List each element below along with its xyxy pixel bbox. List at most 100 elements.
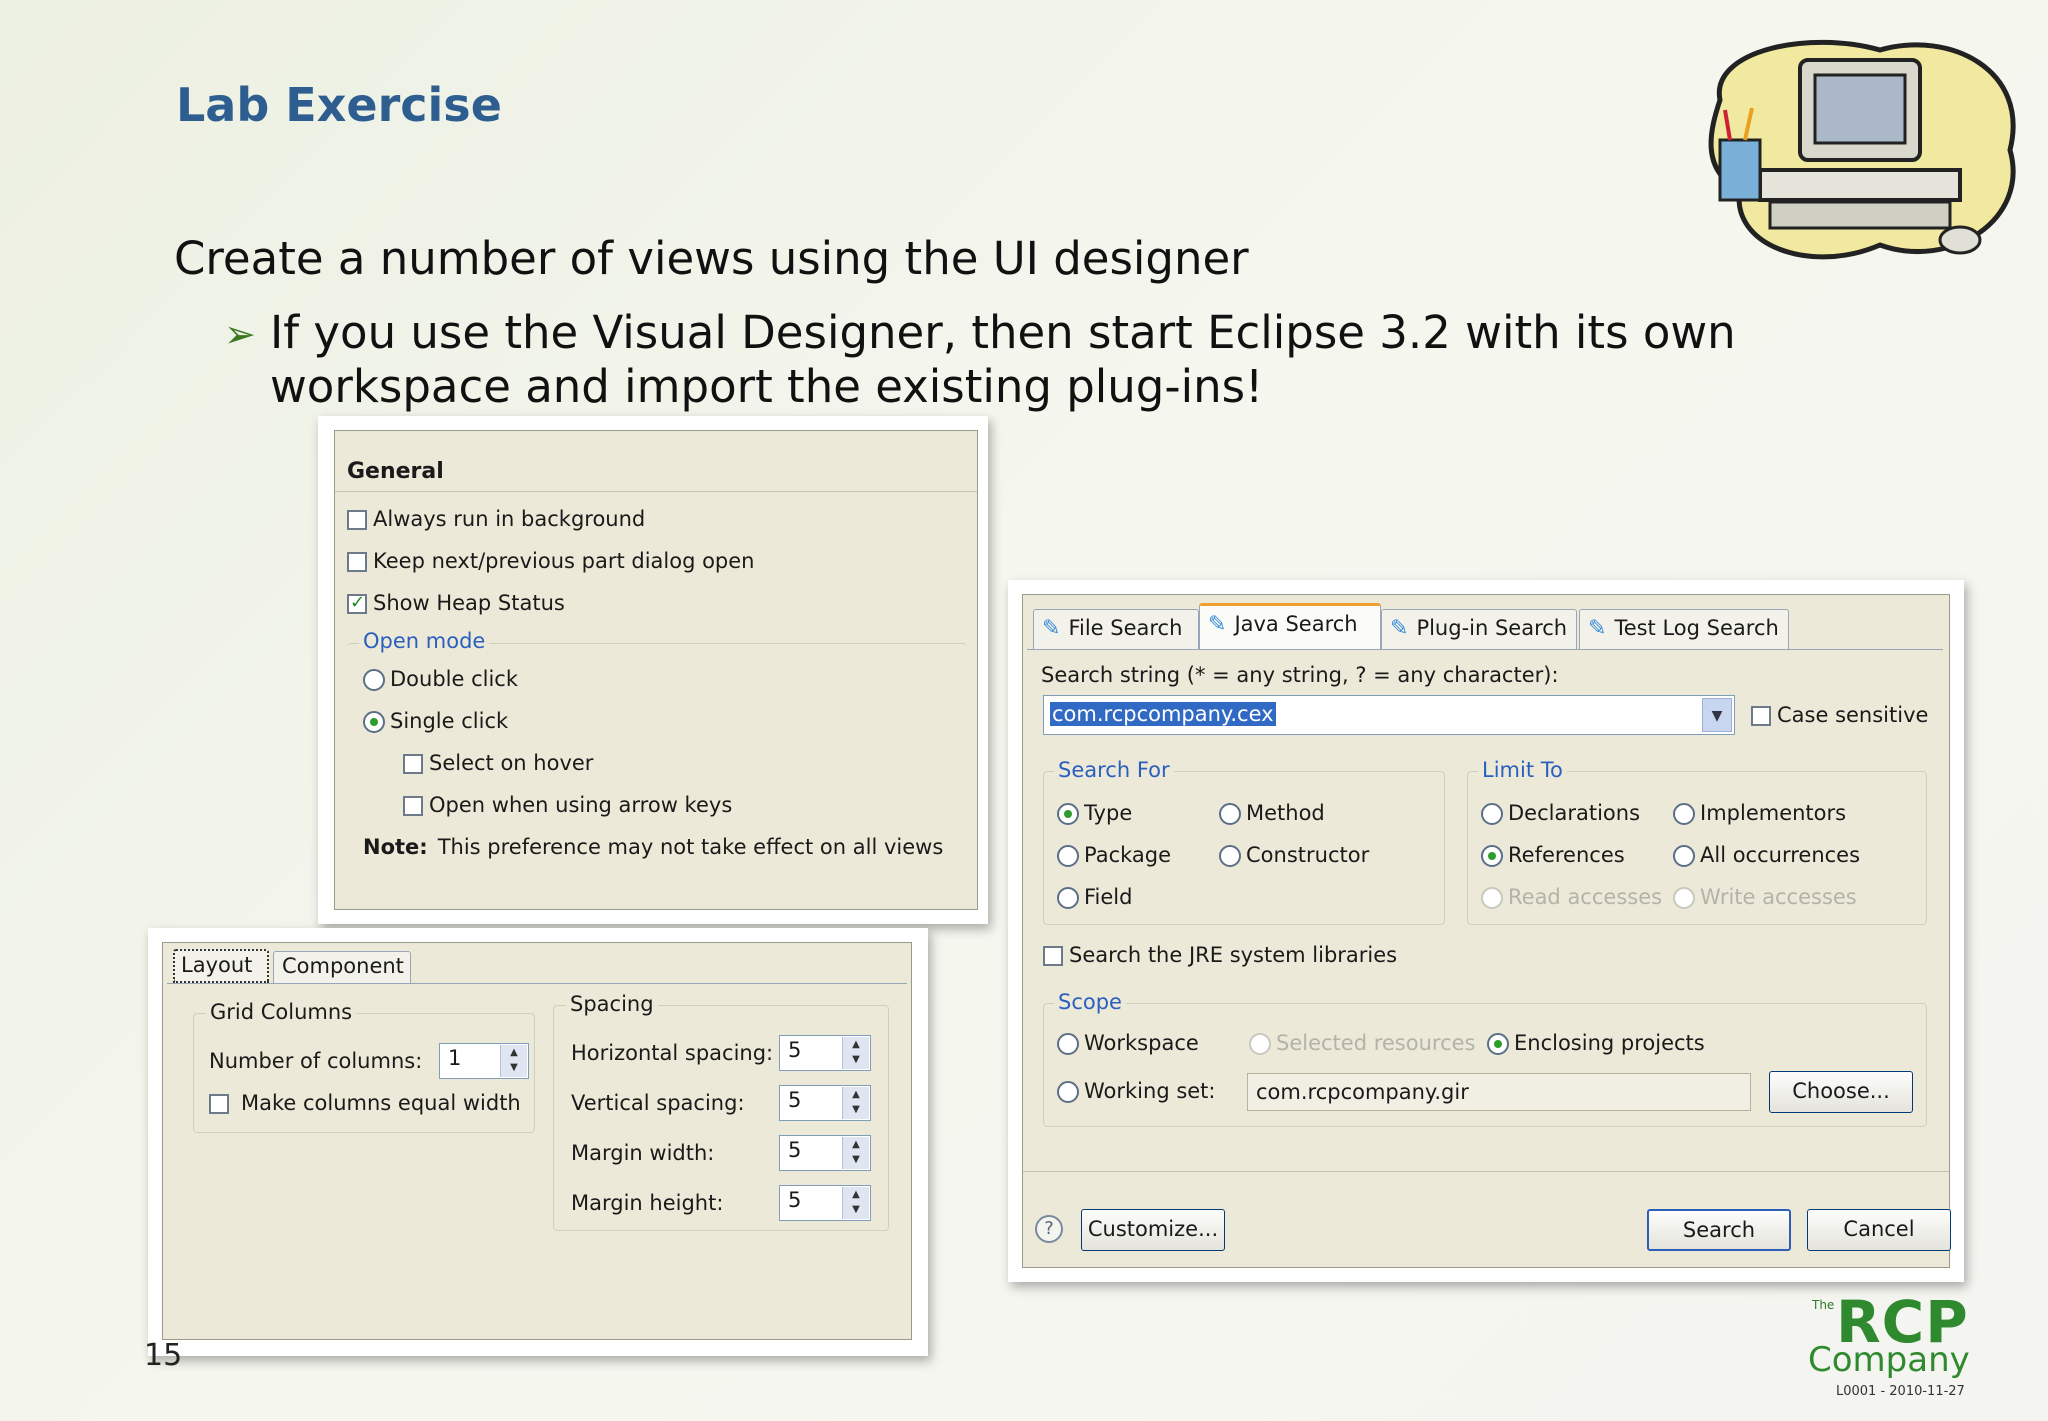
general-header: General bbox=[347, 459, 444, 484]
margin-width-label: Margin width: bbox=[571, 1141, 715, 1165]
select-on-hover-checkbox[interactable]: Select on hover bbox=[403, 751, 593, 775]
customize-button[interactable]: Customize... bbox=[1081, 1209, 1225, 1251]
java-search-icon: ✎ bbox=[1208, 612, 1227, 637]
method-radio[interactable]: Method bbox=[1219, 801, 1325, 825]
logo-the: The bbox=[1812, 1298, 1835, 1312]
margin-height-spinner[interactable]: 5 ▲ ▼ bbox=[779, 1185, 871, 1221]
scope-label: Scope bbox=[1054, 990, 1126, 1014]
search-string-value[interactable]: com.rcpcompany.cex bbox=[1050, 702, 1276, 726]
spinner-arrows-icon[interactable]: ▲ ▼ bbox=[842, 1037, 869, 1069]
page-number: 15 bbox=[144, 1338, 183, 1373]
spinner-arrows-icon[interactable]: ▲ ▼ bbox=[842, 1187, 869, 1219]
radio-disabled-icon bbox=[1673, 887, 1695, 909]
help-icon[interactable]: ? bbox=[1035, 1215, 1063, 1243]
test-log-search-icon: ✎ bbox=[1588, 616, 1607, 641]
radio-selected-icon[interactable] bbox=[1481, 845, 1503, 867]
tab-component[interactable]: Component bbox=[273, 951, 411, 983]
search-for-label: Search For bbox=[1054, 758, 1174, 782]
workspace-radio[interactable]: Workspace bbox=[1057, 1031, 1199, 1055]
layout-properties-dialog: Layout Component Grid Columns Number of … bbox=[148, 928, 928, 1356]
write-accesses-radio: Write accesses bbox=[1673, 885, 1857, 909]
open-arrow-keys-checkbox[interactable]: Open when using arrow keys bbox=[403, 793, 732, 817]
working-set-field: com.rcpcompany.gir bbox=[1247, 1073, 1751, 1111]
radio-icon[interactable] bbox=[1057, 1033, 1079, 1055]
radio-selected-icon[interactable] bbox=[1057, 803, 1079, 825]
search-string-label: Search string (* = any string, ? = any c… bbox=[1041, 663, 1559, 687]
horizontal-spacing-spinner[interactable]: 5 ▲ ▼ bbox=[779, 1035, 871, 1071]
double-click-radio[interactable]: Double click bbox=[363, 667, 518, 691]
general-preferences-dialog: General Always run in background Keep ne… bbox=[318, 416, 988, 924]
radio-disabled-icon bbox=[1481, 887, 1503, 909]
checkbox-checked-icon[interactable] bbox=[347, 592, 367, 614]
grid-columns-label: Grid Columns bbox=[206, 1000, 357, 1024]
checkbox-icon[interactable] bbox=[347, 552, 367, 572]
radio-icon[interactable] bbox=[1057, 845, 1079, 867]
vertical-spacing-label: Vertical spacing: bbox=[571, 1091, 745, 1115]
radio-icon[interactable] bbox=[1481, 803, 1503, 825]
checkbox-icon[interactable] bbox=[209, 1094, 229, 1114]
margin-width-spinner[interactable]: 5 ▲ ▼ bbox=[779, 1135, 871, 1171]
jre-libraries-checkbox[interactable]: Search the JRE system libraries bbox=[1043, 943, 1397, 967]
horizontal-spacing-label: Horizontal spacing: bbox=[571, 1041, 774, 1065]
tab-test-log-search[interactable]: ✎ Test Log Search bbox=[1579, 609, 1789, 649]
search-string-combo[interactable]: com.rcpcompany.cex ▼ bbox=[1043, 695, 1735, 735]
radio-icon[interactable] bbox=[363, 669, 385, 691]
spinner-arrows-icon[interactable]: ▲ ▼ bbox=[500, 1045, 527, 1077]
equal-width-checkbox[interactable]: Make columns equal width bbox=[209, 1091, 521, 1115]
cancel-button[interactable]: Cancel bbox=[1807, 1209, 1951, 1251]
all-occurrences-radio[interactable]: All occurrences bbox=[1673, 843, 1860, 867]
checkbox-icon[interactable] bbox=[1751, 706, 1771, 726]
case-sensitive-checkbox[interactable]: Case sensitive bbox=[1751, 703, 1928, 727]
spinner-arrows-icon[interactable]: ▲ ▼ bbox=[842, 1137, 869, 1169]
note-row: Note: This preference may not take effect… bbox=[363, 835, 943, 859]
radio-selected-icon[interactable] bbox=[1487, 1033, 1509, 1055]
radio-icon[interactable] bbox=[1057, 1081, 1079, 1103]
spacing-label: Spacing bbox=[566, 992, 658, 1016]
radio-icon[interactable] bbox=[1673, 803, 1695, 825]
bullet-sub: If you use the Visual Designer, then sta… bbox=[270, 306, 1736, 413]
note-text: This preference may not take effect on a… bbox=[437, 835, 944, 859]
vertical-spacing-spinner[interactable]: 5 ▲ ▼ bbox=[779, 1085, 871, 1121]
tab-java-search[interactable]: ✎ Java Search bbox=[1199, 603, 1381, 649]
tab-file-search[interactable]: ✎ File Search bbox=[1033, 609, 1199, 649]
logo-reference: L0001 - 2010-11-27 bbox=[1836, 1384, 1965, 1399]
show-heap-checkbox[interactable]: Show Heap Status bbox=[347, 591, 565, 615]
type-radio[interactable]: Type bbox=[1057, 801, 1132, 825]
spinner-arrows-icon[interactable]: ▲ ▼ bbox=[842, 1087, 869, 1119]
number-of-columns-spinner[interactable]: 1 ▲ ▼ bbox=[439, 1043, 529, 1079]
plugin-search-icon: ✎ bbox=[1390, 616, 1409, 641]
single-click-radio[interactable]: Single click bbox=[363, 709, 508, 733]
chevron-down-icon[interactable]: ▼ bbox=[1702, 698, 1732, 732]
working-set-radio[interactable]: Working set: bbox=[1057, 1079, 1216, 1103]
implementors-radio[interactable]: Implementors bbox=[1673, 801, 1846, 825]
selected-resources-radio: Selected resources bbox=[1249, 1031, 1475, 1055]
choose-button[interactable]: Choose... bbox=[1769, 1071, 1913, 1113]
search-button[interactable]: Search bbox=[1647, 1209, 1791, 1251]
checkbox-icon[interactable] bbox=[403, 754, 423, 774]
open-mode-label: Open mode bbox=[359, 629, 490, 653]
radio-icon[interactable] bbox=[1057, 887, 1079, 909]
checkbox-icon[interactable] bbox=[347, 510, 367, 530]
bullet-arrow-icon: ➢ bbox=[224, 312, 256, 356]
field-radio[interactable]: Field bbox=[1057, 885, 1132, 909]
file-search-icon: ✎ bbox=[1042, 616, 1061, 641]
radio-icon[interactable] bbox=[1219, 845, 1241, 867]
references-radio[interactable]: References bbox=[1481, 843, 1625, 867]
enclosing-projects-radio[interactable]: Enclosing projects bbox=[1487, 1031, 1705, 1055]
tab-plugin-search[interactable]: ✎ Plug-in Search bbox=[1381, 609, 1577, 649]
package-radio[interactable]: Package bbox=[1057, 843, 1171, 867]
keep-next-previous-checkbox[interactable]: Keep next/previous part dialog open bbox=[347, 549, 755, 573]
slide-title: Lab Exercise bbox=[176, 78, 502, 132]
always-background-checkbox[interactable]: Always run in background bbox=[347, 507, 645, 531]
radio-icon[interactable] bbox=[1673, 845, 1695, 867]
radio-icon[interactable] bbox=[1219, 803, 1241, 825]
radio-selected-icon[interactable] bbox=[363, 711, 385, 733]
bullet-main: Create a number of views using the UI de… bbox=[174, 232, 1249, 285]
checkbox-icon[interactable] bbox=[403, 796, 423, 816]
limit-to-label: Limit To bbox=[1478, 758, 1567, 782]
declarations-radio[interactable]: Declarations bbox=[1481, 801, 1640, 825]
tab-layout[interactable]: Layout bbox=[173, 949, 269, 983]
checkbox-icon[interactable] bbox=[1043, 946, 1063, 966]
number-of-columns-label: Number of columns: bbox=[209, 1049, 423, 1073]
constructor-radio[interactable]: Constructor bbox=[1219, 843, 1369, 867]
